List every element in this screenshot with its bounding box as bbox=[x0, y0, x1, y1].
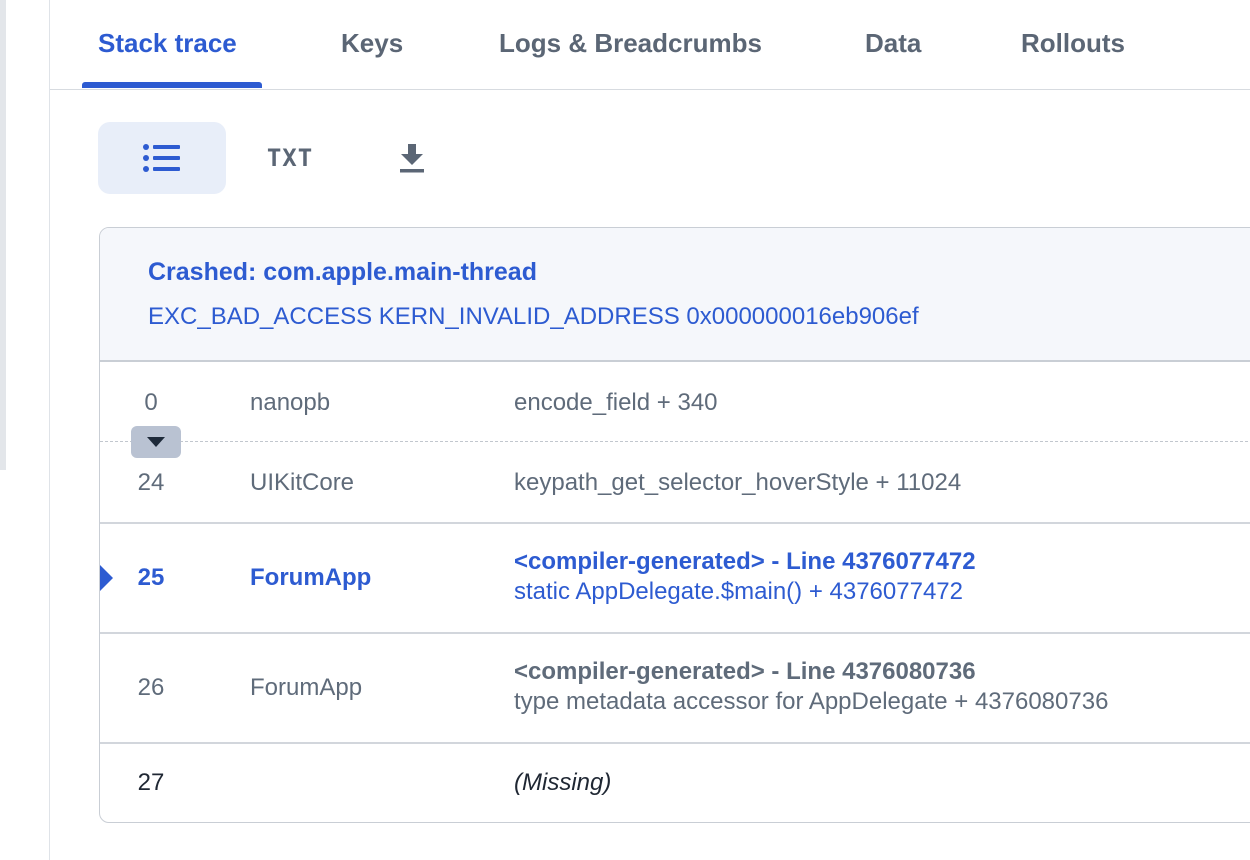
frame-symbol-title: <compiler-generated> - Line 4376080736 bbox=[514, 658, 976, 685]
frame-row-24[interactable]: 24 UIKitCore keypath_get_selector_hoverS… bbox=[100, 442, 1250, 522]
frame-library: UIKitCore bbox=[250, 469, 355, 496]
txt-label: TXT bbox=[266, 144, 314, 172]
sidebar-scrollbar[interactable] bbox=[0, 0, 6, 470]
frame-library: ForumApp bbox=[250, 674, 363, 701]
frame-index: 27 bbox=[137, 769, 165, 796]
tab-bar: Stack trace Keys Logs & Breadcrumbs Data… bbox=[50, 0, 1250, 90]
frame-index: 25 bbox=[137, 564, 165, 591]
frame-symbol-title: <compiler-generated> - Line 4376077472 bbox=[514, 548, 976, 575]
frame-symbol: type metadata accessor for AppDelegate +… bbox=[514, 688, 1109, 715]
tab-keys[interactable]: Keys bbox=[341, 28, 403, 59]
frame-index: 24 bbox=[137, 469, 165, 496]
active-tab-indicator bbox=[82, 82, 262, 88]
frame-symbol: static AppDelegate.$main() + 4376077472 bbox=[514, 578, 963, 605]
frame-symbol: (Missing) bbox=[514, 769, 612, 796]
txt-view-button[interactable]: TXT bbox=[250, 122, 330, 194]
stack-trace-card: Crashed: com.apple.main-thread EXC_BAD_A… bbox=[99, 227, 1250, 823]
frame-library: nanopb bbox=[250, 389, 331, 416]
crash-header: Crashed: com.apple.main-thread EXC_BAD_A… bbox=[100, 228, 1250, 362]
download-icon bbox=[400, 144, 424, 173]
frame-symbol: encode_field + 340 bbox=[514, 389, 718, 416]
tab-data[interactable]: Data bbox=[865, 28, 921, 59]
list-view-button[interactable] bbox=[98, 122, 226, 194]
left-sidebar-edge bbox=[0, 0, 50, 860]
download-button[interactable] bbox=[372, 122, 452, 194]
frame-index: 26 bbox=[137, 674, 165, 701]
list-icon bbox=[143, 144, 180, 172]
crash-description: EXC_BAD_ACCESS KERN_INVALID_ADDRESS 0x00… bbox=[148, 303, 919, 330]
tab-stack-trace[interactable]: Stack trace bbox=[98, 28, 237, 59]
tab-rollouts[interactable]: Rollouts bbox=[1021, 28, 1125, 59]
frame-index: 0 bbox=[144, 389, 158, 416]
frame-row-25[interactable]: 25 ForumApp <compiler-generated> - Line … bbox=[100, 524, 1250, 632]
frame-library: ForumApp bbox=[250, 564, 372, 591]
frame-row-0[interactable]: 0 nanopb encode_field + 340 bbox=[100, 362, 1250, 442]
frame-row-26[interactable]: 26 ForumApp <compiler-generated> - Line … bbox=[100, 634, 1250, 742]
tab-logs-breadcrumbs[interactable]: Logs & Breadcrumbs bbox=[499, 28, 762, 59]
frame-row-27[interactable]: 27 (Missing) bbox=[100, 744, 1250, 822]
crash-title: Crashed: com.apple.main-thread bbox=[148, 258, 537, 286]
frame-symbol: keypath_get_selector_hoverStyle + 11024 bbox=[514, 469, 962, 496]
